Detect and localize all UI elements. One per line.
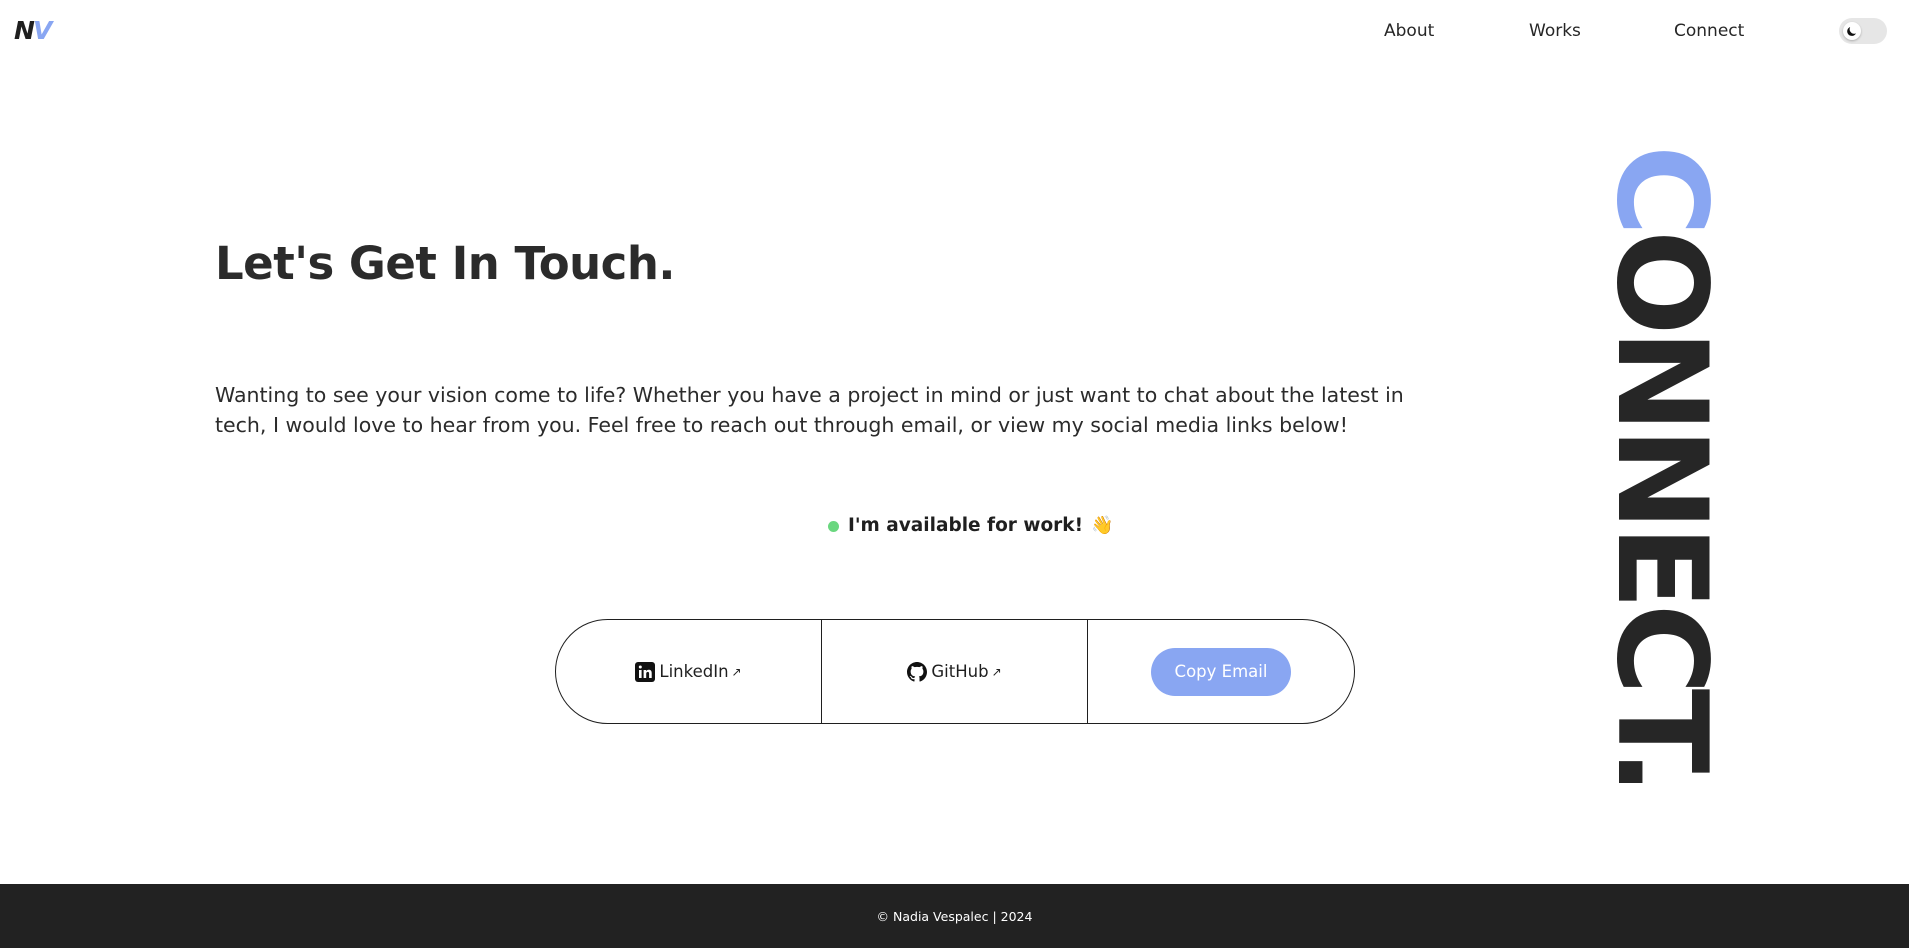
status-dot [828,521,839,532]
external-arrow-icon: ↗ [991,664,1002,679]
waving-hand-emoji: 👋 [1091,514,1114,536]
vertical-title-first-letter: C [1589,145,1733,231]
nav-link-works[interactable]: Works [1529,20,1581,42]
linkedin-cell: LinkedIn ↗ [556,620,822,723]
nav-link-about[interactable]: About [1384,20,1434,42]
logo-letter-n: N [14,16,35,45]
copy-email-button[interactable]: Copy Email [1151,647,1291,696]
external-arrow-icon: ↗ [731,664,742,679]
linkedin-icon [635,661,656,682]
footer: © Nadia Vespalec | 2024 [0,884,1909,948]
site-logo[interactable]: NV [14,16,52,45]
linkedin-link[interactable]: LinkedIn ↗ [635,661,742,682]
logo-letter-v: V [32,16,52,45]
toggle-knob [1843,22,1861,40]
nav-link-connect[interactable]: Connect [1674,20,1744,42]
page-title: Let's Get In Touch. [215,237,676,290]
availability-status: I'm available for work! 👋 [828,513,1113,537]
vertical-connect-title: CONNECT. [1589,145,1733,805]
github-icon [907,661,928,682]
moon-icon [1847,27,1856,36]
theme-toggle[interactable] [1839,18,1887,44]
vertical-connect-text: CONNECT. [1589,145,1733,790]
copyright-text: © Nadia Vespalec | 2024 [876,908,1033,924]
contact-links-bar: LinkedIn ↗ GitHub ↗ Copy Email [555,619,1355,724]
top-nav: NV About Works Connect [0,0,1909,62]
github-link[interactable]: GitHub ↗ [907,661,1002,682]
github-cell: GitHub ↗ [822,620,1088,723]
vertical-title-rest: ONNECT. [1589,230,1733,790]
github-label: GitHub [931,662,989,681]
linkedin-label: LinkedIn [659,662,729,681]
email-cell: Copy Email [1088,620,1354,723]
intro-paragraph: Wanting to see your vision come to life?… [215,383,1404,437]
availability-text: I'm available for work! [848,514,1084,536]
